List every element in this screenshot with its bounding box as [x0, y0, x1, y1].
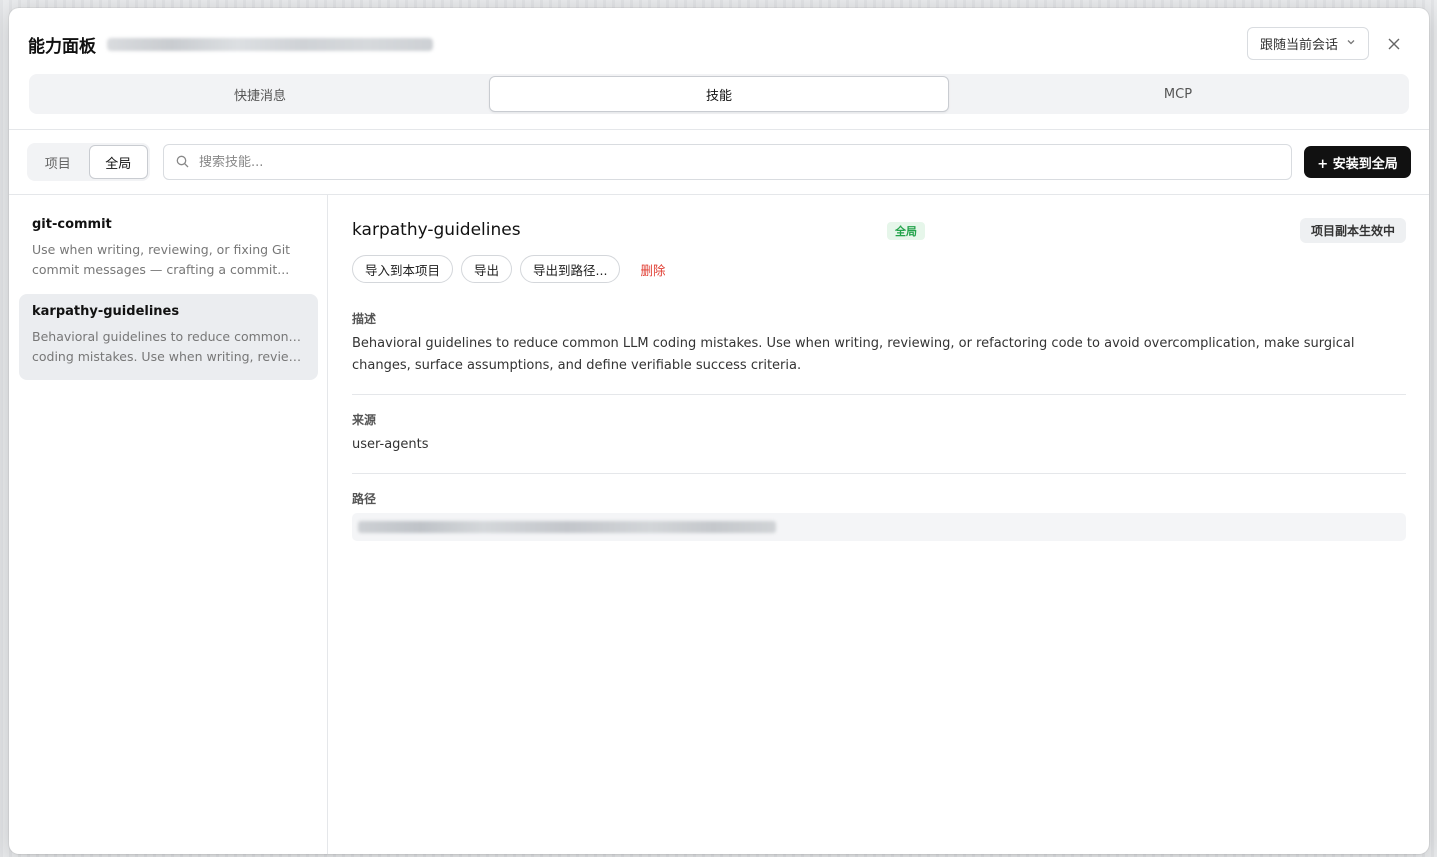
skill-name: karpathy-guidelines: [32, 304, 180, 319]
blurred-path-value: [358, 521, 776, 533]
install-global-button[interactable]: + 安装到全局: [1304, 146, 1411, 178]
scope-badge: 全局: [887, 222, 925, 240]
export-button[interactable]: 导出: [461, 255, 513, 283]
path-label: 路径: [352, 492, 377, 506]
scope-project[interactable]: 项目: [29, 145, 87, 179]
search-input[interactable]: [199, 154, 1291, 170]
skill-detail-title: karpathy-guidelines: [352, 220, 521, 240]
tab-skills[interactable]: 技能: [489, 76, 949, 112]
skill-description-line: Behavioral guidelines to reduce common L…: [32, 329, 304, 344]
session-select-value: 跟随当前会话: [1260, 38, 1339, 53]
delete-button[interactable]: 删除: [640, 260, 665, 279]
dialog-title: 能力面板: [28, 37, 96, 57]
export-to-path-button[interactable]: 导出到路径...: [520, 255, 621, 283]
search-box: [163, 144, 1292, 180]
skill-name: git-commit: [32, 217, 112, 232]
search-icon: [176, 153, 189, 172]
skill-description-line: commit messages — crafting a commit...: [32, 262, 290, 277]
source-text: user-agents: [352, 437, 429, 452]
skill-actions: 导入到本项目 导出 导出到路径... 删除: [352, 255, 665, 283]
tab-quick-messages[interactable]: 快捷消息: [31, 76, 489, 112]
tab-bar: 快捷消息 技能 MCP: [29, 74, 1409, 114]
skill-list: git-commit Use when writing, reviewing, …: [9, 195, 328, 854]
skill-detail: karpathy-guidelines 全局 项目副本生效中 导入到本项目 导出…: [352, 195, 1406, 854]
skill-description-line: Use when writing, reviewing, or fixing G…: [32, 242, 291, 257]
scope-toggle: 项目 全局: [27, 143, 150, 181]
description-text: Behavioral guidelines to reduce common L…: [352, 336, 1355, 373]
source-label: 来源: [352, 413, 377, 427]
dialog-header: 能力面板 跟随当前会话 快捷消息 技能 MCP: [9, 8, 1429, 130]
description-section: 描述 Behavioral guidelines to reduce commo…: [352, 310, 1406, 377]
path-field: [352, 513, 1406, 541]
close-icon[interactable]: [1384, 34, 1404, 54]
capability-panel-dialog: 能力面板 跟随当前会话 快捷消息 技能 MCP 项目 全局 + 安装到全局: [9, 8, 1429, 854]
import-to-project-button[interactable]: 导入到本项目: [352, 255, 454, 283]
path-section: 路径: [352, 490, 1406, 541]
chevron-down-icon: [1346, 37, 1356, 50]
blurred-project-path: [107, 38, 433, 51]
scope-global[interactable]: 全局: [88, 145, 148, 179]
skill-description: Behavioral guidelines to reduce common L…: [32, 327, 304, 367]
divider: [352, 394, 1406, 395]
tab-mcp[interactable]: MCP: [949, 76, 1407, 112]
override-status-badge: 项目副本生效中: [1299, 218, 1406, 243]
skill-item-git-commit[interactable]: git-commit Use when writing, reviewing, …: [19, 207, 318, 293]
divider: [352, 473, 1406, 474]
source-section: 来源 user-agents: [352, 411, 1406, 456]
description-label: 描述: [352, 312, 377, 326]
session-select[interactable]: 跟随当前会话: [1247, 27, 1369, 60]
skill-item-karpathy-guidelines[interactable]: karpathy-guidelines Behavioral guideline…: [19, 294, 318, 380]
divider: [9, 129, 1429, 130]
skill-description: Use when writing, reviewing, or fixing G…: [32, 240, 304, 280]
skill-description-line: coding mistakes. Use when writing, revie…: [32, 349, 304, 364]
